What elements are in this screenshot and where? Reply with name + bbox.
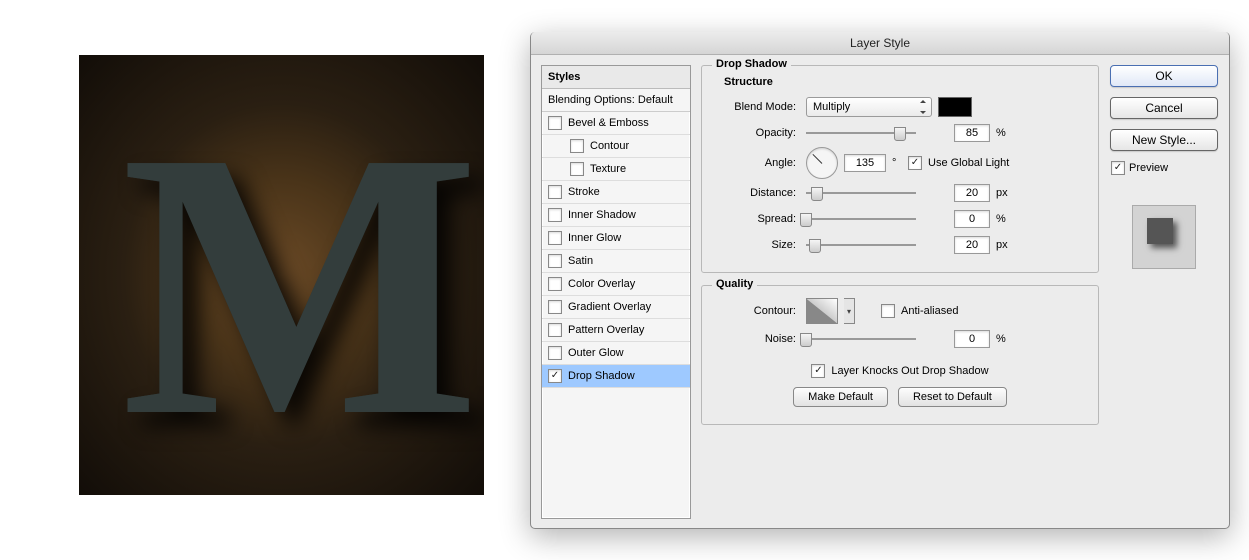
- dialog-titlebar: Layer Style: [531, 32, 1229, 55]
- style-item-contour[interactable]: Contour: [542, 135, 690, 158]
- style-checkbox[interactable]: [548, 323, 562, 337]
- style-label: Bevel & Emboss: [568, 117, 649, 129]
- style-item-drop-shadow[interactable]: Drop Shadow: [542, 365, 690, 388]
- color-swatch[interactable]: [938, 97, 972, 117]
- blendmode-select[interactable]: Multiply: [806, 97, 932, 117]
- style-label: Contour: [590, 140, 629, 152]
- style-item-pattern-overlay[interactable]: Pattern Overlay: [542, 319, 690, 342]
- distance-slider[interactable]: [806, 190, 916, 196]
- blending-options[interactable]: Blending Options: Default: [542, 89, 690, 112]
- layer-knocks-label: Layer Knocks Out Drop Shadow: [831, 365, 988, 377]
- preview-label: Preview: [1129, 162, 1168, 174]
- style-item-texture[interactable]: Texture: [542, 158, 690, 181]
- style-item-stroke[interactable]: Stroke: [542, 181, 690, 204]
- preview-image: M: [79, 55, 484, 495]
- noise-input[interactable]: [954, 330, 990, 348]
- structure-group-title: Drop Shadow: [712, 58, 791, 70]
- style-checkbox[interactable]: [548, 300, 562, 314]
- make-default-button[interactable]: Make Default: [793, 387, 888, 407]
- cancel-button[interactable]: Cancel: [1110, 97, 1218, 119]
- spread-input[interactable]: [954, 210, 990, 228]
- anti-aliased-label: Anti-aliased: [901, 305, 958, 317]
- style-checkbox[interactable]: [570, 162, 584, 176]
- style-item-gradient-overlay[interactable]: Gradient Overlay: [542, 296, 690, 319]
- spread-label: Spread:: [714, 213, 800, 225]
- contour-picker[interactable]: [806, 298, 838, 324]
- opacity-slider[interactable]: [806, 130, 916, 136]
- style-label: Drop Shadow: [568, 370, 635, 382]
- style-checkbox[interactable]: [548, 346, 562, 360]
- style-checkbox[interactable]: [548, 208, 562, 222]
- preview-checkbox[interactable]: [1111, 161, 1125, 175]
- distance-input[interactable]: [954, 184, 990, 202]
- noise-label: Noise:: [714, 333, 800, 345]
- quality-group-title: Quality: [712, 278, 757, 290]
- contour-label: Contour:: [714, 305, 800, 317]
- opacity-label: Opacity:: [714, 127, 800, 139]
- dialog-title: Layer Style: [850, 36, 910, 50]
- spread-slider[interactable]: [806, 216, 916, 222]
- style-checkbox[interactable]: [548, 116, 562, 130]
- style-item-bevel-emboss[interactable]: Bevel & Emboss: [542, 112, 690, 135]
- noise-slider[interactable]: [806, 336, 916, 342]
- opacity-input[interactable]: [954, 124, 990, 142]
- style-checkbox[interactable]: [548, 254, 562, 268]
- style-item-color-overlay[interactable]: Color Overlay: [542, 273, 690, 296]
- style-label: Inner Glow: [568, 232, 621, 244]
- size-slider[interactable]: [806, 242, 916, 248]
- distance-label: Distance:: [714, 187, 800, 199]
- anti-aliased-checkbox[interactable]: [881, 304, 895, 318]
- style-label: Inner Shadow: [568, 209, 636, 221]
- contour-dropdown[interactable]: ▾: [844, 298, 855, 324]
- style-label: Outer Glow: [568, 347, 624, 359]
- blendmode-label: Blend Mode:: [714, 101, 800, 113]
- angle-input[interactable]: [844, 154, 886, 172]
- style-item-inner-shadow[interactable]: Inner Shadow: [542, 204, 690, 227]
- angle-label: Angle:: [714, 157, 800, 169]
- reset-default-button[interactable]: Reset to Default: [898, 387, 1007, 407]
- style-label: Texture: [590, 163, 626, 175]
- use-global-light-checkbox[interactable]: [908, 156, 922, 170]
- style-checkbox[interactable]: [548, 277, 562, 291]
- layer-style-dialog: Layer Style Styles Blending Options: Def…: [530, 32, 1230, 529]
- new-style-button[interactable]: New Style...: [1110, 129, 1218, 151]
- style-label: Satin: [568, 255, 593, 267]
- size-label: Size:: [714, 239, 800, 251]
- style-item-satin[interactable]: Satin: [542, 250, 690, 273]
- style-item-outer-glow[interactable]: Outer Glow: [542, 342, 690, 365]
- structure-group: Drop Shadow Structure Blend Mode: Multip…: [701, 65, 1099, 273]
- angle-dial[interactable]: [806, 147, 838, 179]
- style-label: Gradient Overlay: [568, 301, 651, 313]
- style-checkbox[interactable]: [548, 185, 562, 199]
- size-input[interactable]: [954, 236, 990, 254]
- style-label: Pattern Overlay: [568, 324, 644, 336]
- style-checkbox[interactable]: [570, 139, 584, 153]
- structure-subtitle: Structure: [724, 76, 1086, 88]
- style-checkbox[interactable]: [548, 369, 562, 383]
- use-global-light-label: Use Global Light: [928, 157, 1009, 169]
- quality-group: Quality Contour: ▾ Anti-aliased Noise: %: [701, 285, 1099, 425]
- style-checkbox[interactable]: [548, 231, 562, 245]
- styles-panel: Styles Blending Options: Default Bevel &…: [541, 65, 691, 519]
- style-label: Stroke: [568, 186, 600, 198]
- styles-header: Styles: [542, 66, 690, 89]
- style-item-inner-glow[interactable]: Inner Glow: [542, 227, 690, 250]
- style-label: Color Overlay: [568, 278, 635, 290]
- preview-thumbnail: [1132, 205, 1196, 269]
- layer-knocks-checkbox[interactable]: [811, 364, 825, 378]
- letter-m: M: [121, 95, 480, 475]
- ok-button[interactable]: OK: [1110, 65, 1218, 87]
